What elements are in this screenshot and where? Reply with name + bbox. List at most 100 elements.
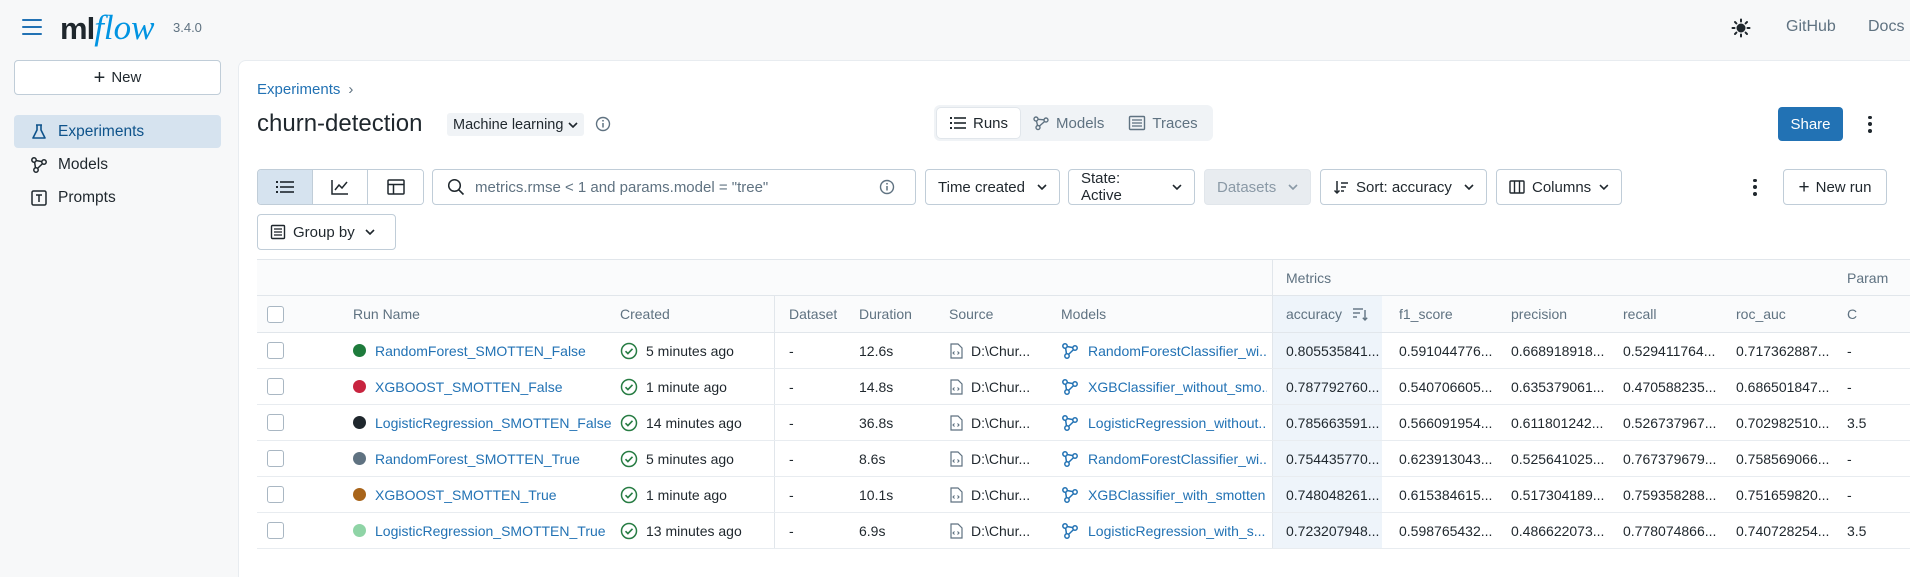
file-code-icon	[950, 414, 963, 431]
chevron-down-icon	[1464, 184, 1474, 190]
sidebar-item-experiments[interactable]: Experiments	[14, 115, 221, 148]
run-name-cell: XGBOOST_SMOTTEN_False	[353, 369, 562, 404]
tab-runs[interactable]: Runs	[937, 108, 1021, 138]
roc-auc-cell: 0.758569066...	[1736, 450, 1830, 467]
col-duration[interactable]: Duration	[859, 296, 912, 332]
dataset-cell: -	[789, 450, 794, 467]
col-run-name[interactable]: Run Name	[353, 296, 420, 332]
menu-toggle-button[interactable]	[22, 19, 42, 35]
models-cell: RandomForestClassifier_wi...	[1061, 441, 1267, 476]
f1-score-cell: 0.623913043...	[1399, 450, 1493, 467]
source-text: D:\Chur...	[971, 522, 1031, 539]
tab-traces[interactable]: Traces	[1116, 108, 1209, 138]
search-box	[432, 169, 916, 205]
created-cell: 1 minute ago	[620, 369, 727, 404]
info-icon[interactable]	[595, 116, 611, 132]
recall-cell: 0.470588235...	[1623, 378, 1717, 395]
mlflow-logo[interactable]: ml flow	[60, 6, 154, 50]
docs-link[interactable]: Docs	[1868, 18, 1904, 36]
f1-score-cell: 0.540706605...	[1399, 378, 1493, 395]
time-created-dropdown[interactable]: Time created	[925, 169, 1060, 205]
row-checkbox[interactable]	[267, 342, 284, 359]
accuracy-cell: 0.787792760...	[1286, 378, 1380, 395]
model-link[interactable]: RandomForestClassifier_wi...	[1088, 451, 1267, 467]
row-checkbox[interactable]	[267, 450, 284, 467]
col-f1-score[interactable]: f1_score	[1399, 296, 1453, 332]
info-icon[interactable]	[879, 179, 895, 195]
run-name-link[interactable]: RandomForest_SMOTTEN_False	[375, 343, 586, 359]
model-link[interactable]: LogisticRegression_without...	[1088, 415, 1267, 431]
created-text: 1 minute ago	[646, 486, 727, 503]
chevron-down-icon	[568, 121, 579, 128]
file-code-icon	[950, 450, 963, 467]
models-icon	[1033, 116, 1049, 131]
metrics-group-header: Metrics	[1286, 269, 1332, 286]
new-run-button[interactable]: + New run	[1783, 169, 1887, 205]
param-c-cell: 3.5	[1847, 414, 1867, 431]
row-checkbox[interactable]	[267, 378, 284, 395]
roc-auc-cell: 0.717362887...	[1736, 342, 1830, 359]
roc-auc-cell: 0.751659820...	[1736, 486, 1830, 503]
datasets-dropdown[interactable]: Datasets	[1204, 169, 1311, 205]
share-button[interactable]: Share	[1778, 107, 1843, 141]
source-cell: D:\Chur...	[949, 405, 1030, 440]
param-c-cell: -	[1847, 378, 1852, 395]
theme-toggle-icon[interactable]	[1731, 18, 1751, 38]
view-tabs: Runs Models Traces	[934, 105, 1213, 141]
run-color-dot	[353, 380, 366, 393]
row-checkbox-cell	[267, 369, 284, 404]
col-roc-auc[interactable]: roc_auc	[1736, 296, 1786, 332]
toolbar-more-icon[interactable]	[1745, 177, 1765, 197]
row-checkbox[interactable]	[267, 486, 284, 503]
col-accuracy[interactable]: accuracy	[1286, 296, 1368, 332]
file-code-icon	[950, 378, 963, 395]
run-name-cell: RandomForest_SMOTTEN_False	[353, 333, 586, 368]
model-link[interactable]: LogisticRegression_with_s...	[1088, 523, 1265, 539]
row-checkbox[interactable]	[267, 522, 284, 539]
table-view-button[interactable]	[368, 170, 423, 204]
run-name-link[interactable]: RandomForest_SMOTTEN_True	[375, 451, 580, 467]
col-created[interactable]: Created	[620, 296, 670, 332]
sidebar-item-prompts[interactable]: Prompts	[14, 181, 221, 214]
search-input[interactable]	[475, 178, 875, 196]
duration-cell: 10.1s	[859, 486, 894, 503]
col-precision[interactable]: precision	[1511, 296, 1567, 332]
time-created-label: Time created	[938, 178, 1025, 196]
roc-auc-cell: 0.702982510...	[1736, 414, 1830, 431]
run-name-cell: XGBOOST_SMOTTEN_True	[353, 477, 557, 512]
table-group-header: Metrics Param	[257, 259, 1910, 296]
param-c-cell: -	[1847, 450, 1852, 467]
run-name-link[interactable]: LogisticRegression_SMOTTEN_False	[375, 415, 612, 431]
col-param-c[interactable]: C	[1847, 296, 1857, 332]
github-link[interactable]: GitHub	[1786, 18, 1836, 36]
run-name-link[interactable]: LogisticRegression_SMOTTEN_True	[375, 523, 606, 539]
sort-dropdown[interactable]: Sort: accuracy	[1320, 169, 1487, 205]
chart-view-button[interactable]	[313, 170, 368, 204]
sort-desc-icon	[1353, 308, 1368, 321]
col-dataset[interactable]: Dataset	[789, 296, 837, 332]
table-row: RandomForest_SMOTTEN_False 5 minutes ago…	[257, 333, 1910, 369]
tab-models[interactable]: Models	[1020, 108, 1116, 138]
columns-dropdown[interactable]: Columns	[1496, 169, 1622, 205]
model-link[interactable]: XGBClassifier_without_smo...	[1088, 379, 1267, 395]
model-link[interactable]: XGBClassifier_with_smotten	[1088, 487, 1265, 503]
breadcrumb-experiments[interactable]: Experiments	[257, 81, 340, 98]
run-name-link[interactable]: XGBOOST_SMOTTEN_True	[375, 487, 557, 503]
experiment-type-select[interactable]: Machine learning	[447, 113, 585, 136]
sidebar-item-models[interactable]: Models	[14, 148, 221, 181]
more-options-icon[interactable]	[1860, 114, 1880, 134]
list-view-button[interactable]	[258, 170, 313, 204]
plus-icon: +	[1798, 176, 1810, 198]
run-name-link[interactable]: XGBOOST_SMOTTEN_False	[375, 379, 562, 395]
select-all-checkbox[interactable]	[267, 305, 284, 323]
col-models[interactable]: Models	[1061, 296, 1106, 332]
new-button[interactable]: + New	[14, 60, 221, 95]
breadcrumb[interactable]: Experiments ›	[257, 81, 353, 98]
row-checkbox[interactable]	[267, 414, 284, 431]
col-recall[interactable]: recall	[1623, 296, 1656, 332]
success-check-icon	[620, 414, 638, 431]
model-link[interactable]: RandomForestClassifier_wi...	[1088, 343, 1267, 359]
group-by-dropdown[interactable]: Group by	[257, 214, 396, 250]
state-filter-dropdown[interactable]: State: Active	[1068, 169, 1195, 205]
col-source[interactable]: Source	[949, 296, 993, 332]
